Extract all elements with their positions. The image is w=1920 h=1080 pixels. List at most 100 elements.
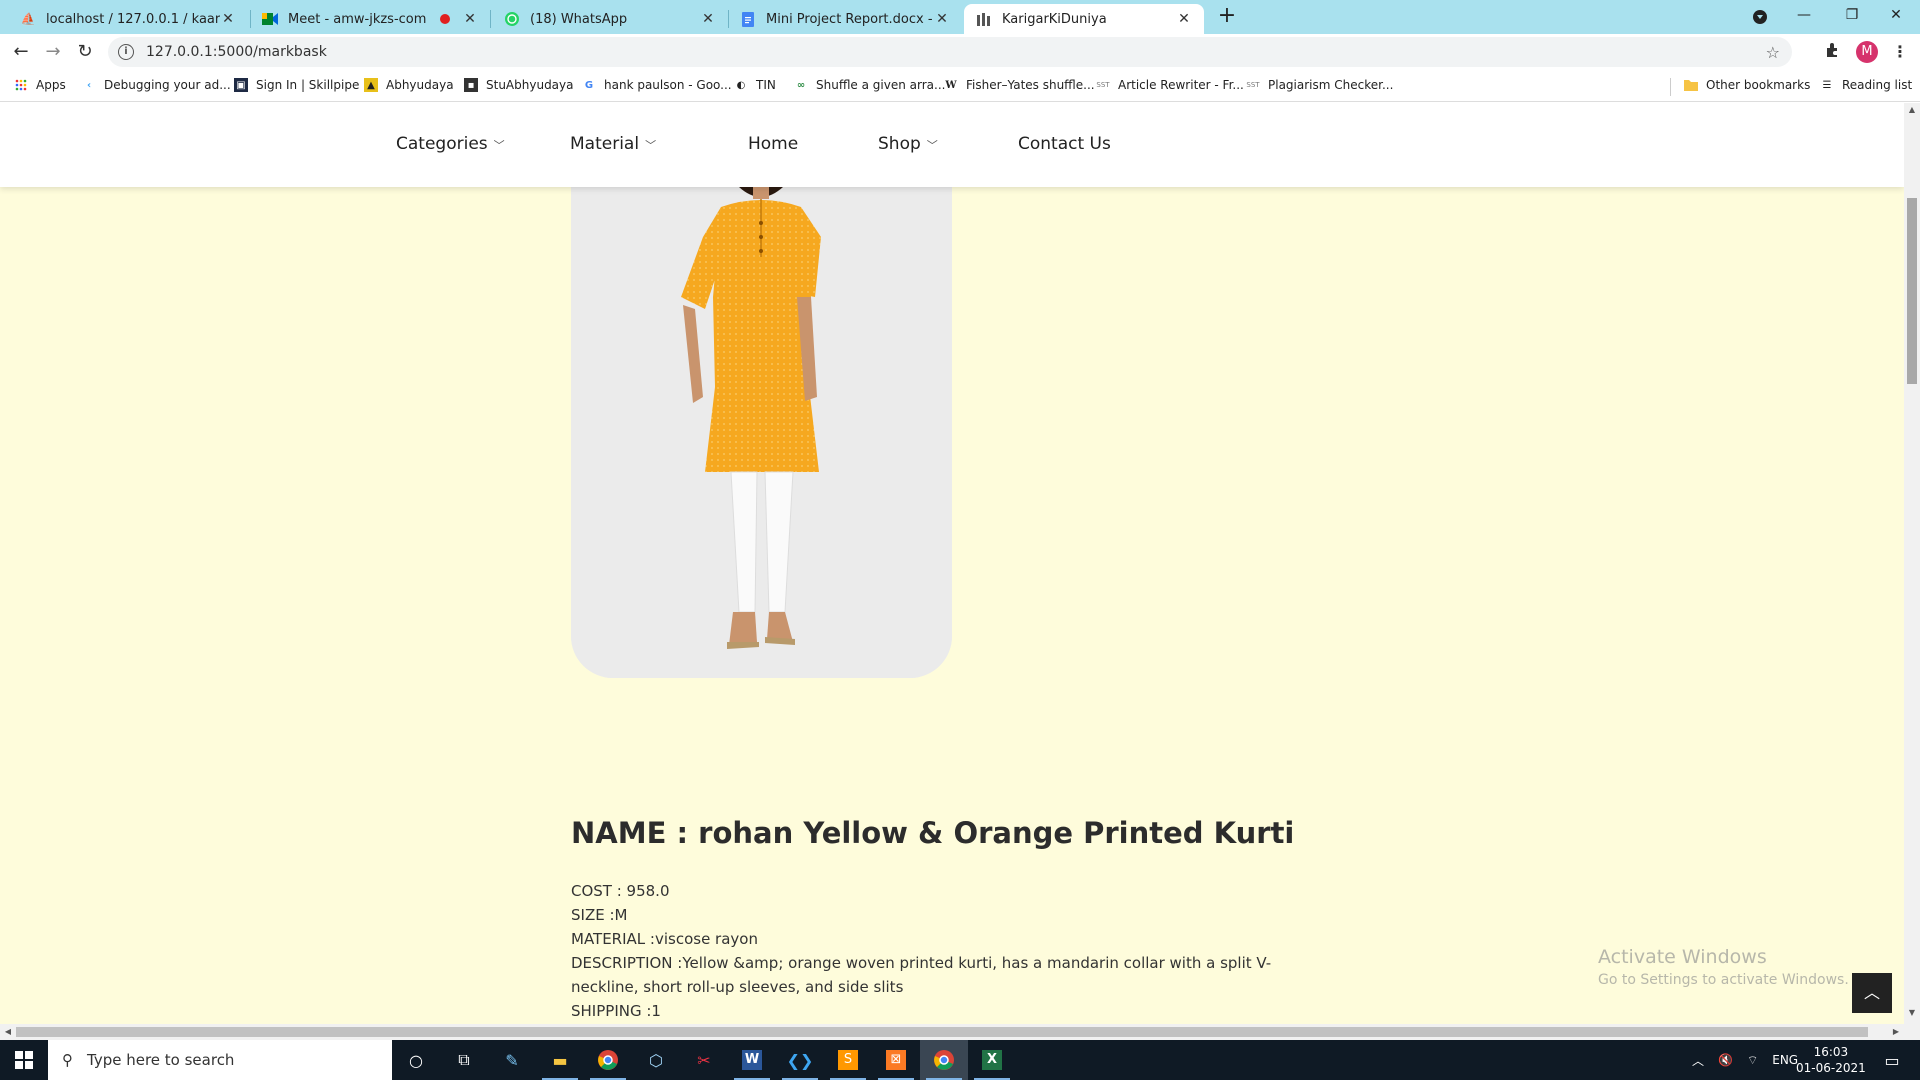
chrome-icon[interactable] [584, 1040, 632, 1080]
chevron-up-icon[interactable]: ︿ [1692, 1052, 1704, 1069]
horizontal-scrollbar[interactable]: ◀ ▶ [0, 1024, 1904, 1040]
snipping-tool-icon[interactable]: ✂ [680, 1040, 728, 1080]
tab-whatsapp[interactable]: (18) WhatsApp ✕ [492, 4, 728, 34]
windows-logo-icon [15, 1051, 33, 1069]
geeksforgeeks-icon: ∞ [796, 79, 806, 91]
back-button[interactable]: ← [8, 39, 34, 65]
horizontal-scroll-thumb[interactable] [16, 1027, 1868, 1037]
close-tab-icon[interactable]: ✕ [700, 11, 716, 27]
site-icon [976, 11, 992, 27]
nav-label: Home [748, 134, 799, 154]
chrome-active-icon[interactable] [920, 1040, 968, 1080]
nav-home[interactable]: Home [748, 134, 798, 154]
tab-meet[interactable]: Meet - amw-jkzs-com ✕ [250, 4, 490, 34]
bookmark-label: Debugging your ad... [104, 78, 231, 92]
sublime-text-icon[interactable]: S [824, 1040, 872, 1080]
extensions-icon[interactable] [1824, 42, 1840, 62]
file-explorer-icon[interactable]: ▬ [536, 1040, 584, 1080]
address-bar[interactable]: i 127.0.0.1:5000/markbask ☆ [108, 37, 1792, 67]
menu-kebab-icon[interactable]: ⋮ [1892, 42, 1908, 61]
scroll-up-arrow-icon[interactable]: ▲ [1904, 105, 1920, 119]
bookmark-apps[interactable]: Apps [14, 78, 66, 92]
language-indicator[interactable]: ENG [1772, 1053, 1798, 1067]
search-icon: ⚲ [62, 1051, 73, 1069]
nav-contact-us[interactable]: Contact Us [1018, 134, 1111, 154]
back-to-top-button[interactable]: ︿ [1852, 973, 1892, 1013]
other-bookmarks[interactable]: Other bookmarks [1684, 78, 1810, 92]
product-size: SIZE :M [571, 906, 628, 924]
nav-label: Shop [878, 134, 921, 154]
word-icon[interactable]: W [728, 1040, 776, 1080]
xampp-icon[interactable]: ⊠ [872, 1040, 920, 1080]
volume-muted-icon[interactable]: 🔇 [1718, 1053, 1733, 1067]
scroll-down-arrow-icon[interactable]: ▼ [1904, 1008, 1920, 1022]
bookmark-article-rewriter[interactable]: SST Article Rewriter - Fr... [1096, 78, 1243, 92]
bookmark-plagiarism[interactable]: SST Plagiarism Checker... [1246, 78, 1393, 92]
kurti-model-photo [571, 187, 952, 678]
watermark-subtitle: Go to Settings to activate Windows. [1598, 972, 1849, 988]
reload-button[interactable]: ↻ [72, 39, 98, 65]
profile-avatar[interactable]: M [1856, 41, 1878, 63]
bookmark-label: Fisher–Yates shuffle... [966, 78, 1095, 92]
product-material: MATERIAL :viscose rayon [571, 930, 758, 948]
tab-search-button[interactable] [1736, 0, 1784, 34]
bookmark-abhyudaya[interactable]: ▲ Abhyudaya [364, 78, 454, 92]
bookmark-label: StuAbhyudaya [486, 78, 574, 92]
vscode-icon[interactable]: ❮❯ [776, 1040, 824, 1080]
vertical-scrollbar[interactable]: ▲ ▼ [1904, 103, 1920, 1024]
minimize-button[interactable]: — [1780, 0, 1828, 34]
tab-title: localhost / 127.0.0.1 / kaarigarkidu [46, 11, 220, 27]
vertical-scroll-thumb[interactable] [1907, 198, 1917, 384]
bookmark-debugging[interactable]: ‹ Debugging your ad... [82, 78, 231, 92]
tab-karigarkiduniya[interactable]: KarigarKiDuniya ✕ [964, 4, 1204, 34]
task-view-icon[interactable]: ⧉ [440, 1040, 488, 1080]
close-tab-icon[interactable]: ✕ [220, 11, 236, 27]
bookmark-tin[interactable]: ◐ TIN [734, 78, 776, 92]
3d-viewer-icon[interactable]: ⬡ [632, 1040, 680, 1080]
chevron-down-icon: ﹀ [493, 139, 505, 152]
bookmark-stuabhyudaya[interactable]: ▪ StuAbhyudaya [464, 78, 574, 92]
skillpipe-icon: ▣ [234, 78, 248, 92]
bookmark-hank-paulson[interactable]: G hank paulson - Goo... [582, 78, 732, 92]
system-tray: ︿ 🔇 ⌔ ENG [1692, 1040, 1798, 1080]
url-text: 127.0.0.1:5000/markbask [146, 44, 327, 60]
start-button[interactable] [0, 1040, 48, 1080]
reading-list[interactable]: ☰ Reading list [1820, 78, 1913, 92]
bookmark-label: Other bookmarks [1706, 78, 1811, 92]
excel-icon[interactable]: X [968, 1040, 1016, 1080]
close-tab-icon[interactable]: ✕ [934, 11, 950, 27]
sst-icon: SST [1246, 81, 1260, 89]
cortana-icon[interactable]: ○ [392, 1040, 440, 1080]
clock[interactable]: 16:03 01-06-2021 [1796, 1044, 1866, 1076]
nav-material[interactable]: Material ﹀ [570, 134, 656, 154]
new-tab-button[interactable]: + [1214, 4, 1240, 30]
site-info-icon[interactable]: i [118, 44, 134, 60]
paint-3d-icon[interactable]: ✎ [488, 1040, 536, 1080]
product-description: DESCRIPTION :Yellow &amp; orange woven p… [571, 954, 1272, 996]
nav-categories[interactable]: Categories ﹀ [396, 134, 505, 154]
tab-google-docs[interactable]: Mini Project Report.docx - Googl ✕ [728, 4, 962, 34]
search-placeholder: Type here to search [87, 1051, 235, 1069]
product-cost: COST : 958.0 [571, 882, 670, 900]
wifi-icon[interactable]: ⌔ [1747, 1053, 1758, 1068]
bookmark-shuffle[interactable]: ∞ Shuffle a given arra... [794, 78, 946, 92]
close-window-button[interactable]: ✕ [1872, 0, 1920, 34]
nav-shop[interactable]: Shop ﹀ [878, 134, 938, 154]
bookmark-skillpipe[interactable]: ▣ Sign In | Skillpipe [234, 78, 359, 92]
tab-phpmyadmin[interactable]: ⛵ localhost / 127.0.0.1 / kaarigarkidu ✕ [8, 4, 248, 34]
close-tab-icon[interactable]: ✕ [1176, 11, 1192, 27]
bookmark-fisher-yates[interactable]: W Fisher–Yates shuffle... [944, 78, 1095, 92]
tin-icon: ◐ [736, 79, 746, 91]
taskbar-search[interactable]: ⚲ Type here to search [48, 1040, 392, 1080]
close-tab-icon[interactable]: ✕ [462, 11, 478, 27]
bookmark-label: Reading list [1842, 78, 1913, 92]
tab-title: Mini Project Report.docx - Googl [766, 11, 934, 27]
forward-button[interactable]: → [40, 39, 66, 65]
bookmark-label: Sign In | Skillpipe [256, 78, 360, 92]
restore-button[interactable]: ❐ [1828, 0, 1876, 34]
tab-title: Meet - amw-jkzs-com [288, 11, 427, 27]
notifications-icon[interactable]: ▭ [1868, 1040, 1916, 1080]
bookmark-star-icon[interactable]: ☆ [1766, 43, 1780, 62]
scroll-left-arrow-icon[interactable]: ◀ [0, 1024, 16, 1040]
scroll-right-arrow-icon[interactable]: ▶ [1888, 1024, 1904, 1040]
